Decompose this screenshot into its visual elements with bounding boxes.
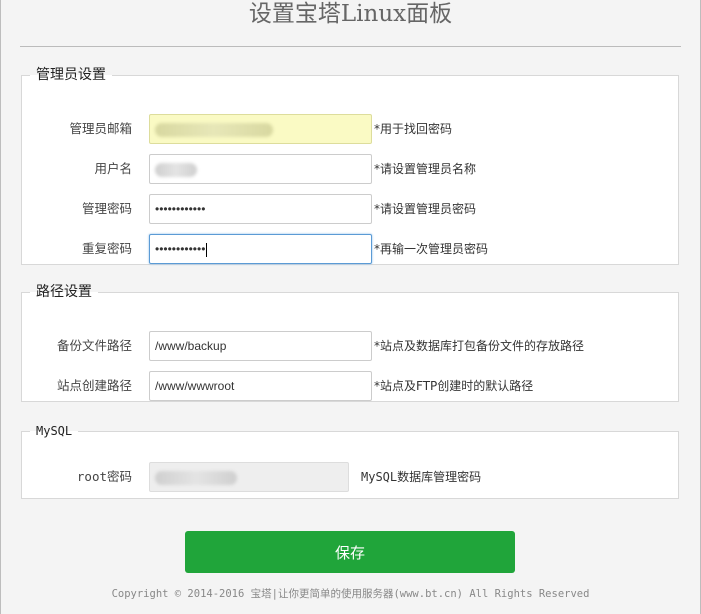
site-path-hint: *站点及FTP创建时的默认路径 <box>374 379 534 393</box>
mysql-root-label: root密码 <box>76 469 132 484</box>
redacted-mysql-password <box>155 470 237 485</box>
site-path-row: 站点创建路径 /www/wwwroot *站点及FTP创建时的默认路径 <box>22 371 678 401</box>
admin-password-hint: *请设置管理员密码 <box>374 202 477 216</box>
backup-path-row: 备份文件路径 /www/backup *站点及数据库打包备份文件的存放路径 <box>22 331 678 361</box>
username-label: 用户名 <box>94 161 132 176</box>
admin-password-label: 管理密码 <box>81 201 132 216</box>
mysql-section: MySQL root密码 MySQL数据库管理密码 <box>21 423 679 499</box>
setup-page: 设置宝塔Linux面板 管理员设置 管理员邮箱 *用于找回密码 用户名 *请设置… <box>0 0 701 614</box>
admin-settings-section: 管理员设置 管理员邮箱 *用于找回密码 用户名 *请设置管理员名称 管理密码 •… <box>21 67 679 265</box>
save-button[interactable]: 保存 <box>185 531 515 573</box>
site-path-input[interactable]: /www/wwwroot <box>149 371 372 401</box>
username-hint: *请设置管理员名称 <box>374 162 477 176</box>
repeat-password-row: 重复密码 •••••••••••• *再输一次管理员密码 <box>22 234 678 264</box>
path-settings-section: 路径设置 备份文件路径 /www/backup *站点及数据库打包备份文件的存放… <box>21 284 679 402</box>
title-divider <box>20 46 681 47</box>
admin-email-input[interactable] <box>149 114 372 144</box>
admin-email-row: 管理员邮箱 *用于找回密码 <box>22 114 678 144</box>
redacted-username-value <box>155 162 197 177</box>
repeat-password-input[interactable]: •••••••••••• <box>149 234 372 264</box>
backup-path-hint: *站点及数据库打包备份文件的存放路径 <box>374 339 585 353</box>
backup-path-input[interactable]: /www/backup <box>149 331 372 361</box>
admin-password-input[interactable]: •••••••••••• <box>149 194 372 224</box>
repeat-password-value: •••••••••••• <box>155 242 206 256</box>
mysql-root-hint: MySQL数据库管理密码 <box>361 470 482 484</box>
username-input[interactable] <box>149 154 372 184</box>
window-left-border <box>0 0 1 614</box>
copyright-footer: Copyright © 2014-2016 宝塔|让你更简单的使用服务器(www… <box>111 588 590 600</box>
admin-email-hint: *用于找回密码 <box>374 122 453 136</box>
page-title: 设置宝塔Linux面板 <box>248 1 453 27</box>
redacted-email-value <box>155 122 273 137</box>
username-row: 用户名 *请设置管理员名称 <box>22 154 678 184</box>
path-settings-legend: 路径设置 <box>36 284 92 300</box>
backup-path-label: 备份文件路径 <box>56 338 132 353</box>
text-cursor <box>206 242 208 257</box>
admin-email-label: 管理员邮箱 <box>69 121 132 136</box>
mysql-root-row: root密码 MySQL数据库管理密码 <box>22 462 678 492</box>
site-path-label: 站点创建路径 <box>56 378 132 393</box>
admin-password-value: •••••••••••• <box>155 202 206 216</box>
mysql-root-password-input <box>149 462 349 492</box>
admin-password-row: 管理密码 •••••••••••• *请设置管理员密码 <box>22 194 678 224</box>
admin-settings-legend: 管理员设置 <box>36 67 106 83</box>
mysql-legend: MySQL <box>36 424 73 438</box>
repeat-password-hint: *再输一次管理员密码 <box>374 242 489 256</box>
repeat-password-label: 重复密码 <box>81 241 132 256</box>
